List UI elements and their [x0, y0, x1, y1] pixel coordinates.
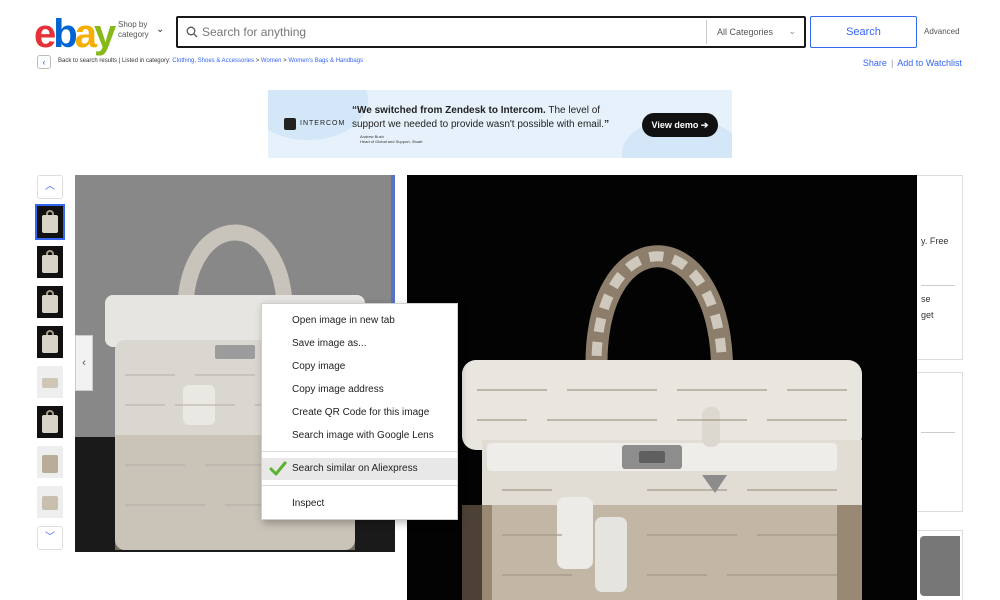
item-actions: Share | Add to Watchlist	[862, 58, 962, 68]
breadcrumb: Back to search results | Listed in categ…	[58, 58, 364, 64]
breadcrumb-item[interactable]: Clothing, Shoes & Accessories	[172, 58, 254, 64]
menu-item-copy-image[interactable]: Copy image	[262, 356, 457, 378]
chevron-up-icon: ︿	[45, 181, 55, 192]
returns-snippet: se	[921, 294, 931, 304]
thumbnail[interactable]	[37, 286, 63, 318]
thumbnail[interactable]	[37, 446, 63, 478]
add-to-watchlist-link[interactable]: Add to Watchlist	[897, 58, 962, 68]
related-item-image[interactable]	[920, 536, 960, 596]
thumbnail[interactable]	[37, 326, 63, 358]
category-select[interactable]: All Categories ⌄	[706, 20, 802, 44]
checkmark-icon	[269, 461, 287, 476]
thumbnail[interactable]	[37, 366, 63, 398]
thumbnail[interactable]	[37, 246, 63, 278]
category-select-label: All Categories	[717, 27, 774, 37]
search-button[interactable]: Search	[810, 16, 917, 48]
menu-item-aliexpress[interactable]: Search similar on Aliexpress	[262, 458, 457, 480]
menu-item-create-qr-code[interactable]: Create QR Code for this image	[262, 402, 457, 424]
seller-panel	[917, 372, 963, 512]
back-arrow-icon[interactable]: ‹	[37, 55, 51, 69]
listed-in-label: Listed in category:	[121, 58, 171, 64]
advanced-search-link[interactable]: Advanced	[924, 27, 960, 36]
thumbnails-up-button[interactable]: ︿	[37, 175, 63, 199]
returns-snippet: get	[921, 310, 934, 320]
thumbnails-down-button[interactable]: ﹀	[37, 526, 63, 550]
chevron-down-icon: ﹀	[45, 532, 55, 543]
purchase-panel	[917, 175, 963, 360]
ad-banner[interactable]: INTERCOM “We switched from Zendesk to In…	[268, 90, 732, 158]
thumbnail[interactable]	[37, 486, 63, 518]
ad-brand: INTERCOM	[300, 120, 346, 127]
previous-image-button[interactable]: ‹	[75, 335, 93, 391]
ad-author: Andrew Bush Head of Global and Support, …	[360, 134, 423, 144]
handbag-image	[462, 245, 862, 600]
thumbnail[interactable]	[37, 406, 63, 438]
menu-item-inspect[interactable]: Inspect	[262, 493, 457, 515]
menu-item-copy-image-address[interactable]: Copy image address	[262, 379, 457, 401]
share-link[interactable]: Share	[863, 58, 887, 68]
intercom-logo-icon	[284, 118, 296, 130]
search-icon	[186, 26, 198, 38]
breadcrumb-item[interactable]: Women's Bags & Handbags	[288, 58, 363, 64]
search-bar: All Categories ⌄	[176, 16, 806, 48]
chevron-left-icon: ‹	[82, 357, 86, 369]
back-to-results-link[interactable]: Back to search results	[58, 58, 117, 64]
product-image-main[interactable]	[407, 175, 917, 600]
menu-item-save-image[interactable]: Save image as...	[262, 333, 457, 355]
view-demo-button[interactable]: View demo ➔	[642, 113, 718, 137]
chevron-down-icon: ⌄	[788, 26, 796, 36]
menu-item-google-lens[interactable]: Search image with Google Lens	[262, 425, 457, 447]
chevron-down-icon[interactable]: ⌄	[156, 24, 164, 35]
context-menu: Open image in new tab Save image as... C…	[261, 303, 458, 520]
menu-item-open-image[interactable]: Open image in new tab	[262, 310, 457, 332]
search-input[interactable]	[202, 18, 702, 46]
ebay-logo[interactable]: ebay	[34, 14, 116, 54]
menu-item-label: Search similar on Aliexpress	[292, 463, 418, 474]
ad-quote: “We switched from Zendesk to Intercom. T…	[352, 105, 610, 130]
shipping-snippet: y. Free	[921, 236, 949, 246]
breadcrumb-item[interactable]: Women	[261, 58, 282, 64]
thumbnail[interactable]	[35, 204, 65, 240]
shop-by-category-button[interactable]: Shop by category	[118, 20, 156, 40]
